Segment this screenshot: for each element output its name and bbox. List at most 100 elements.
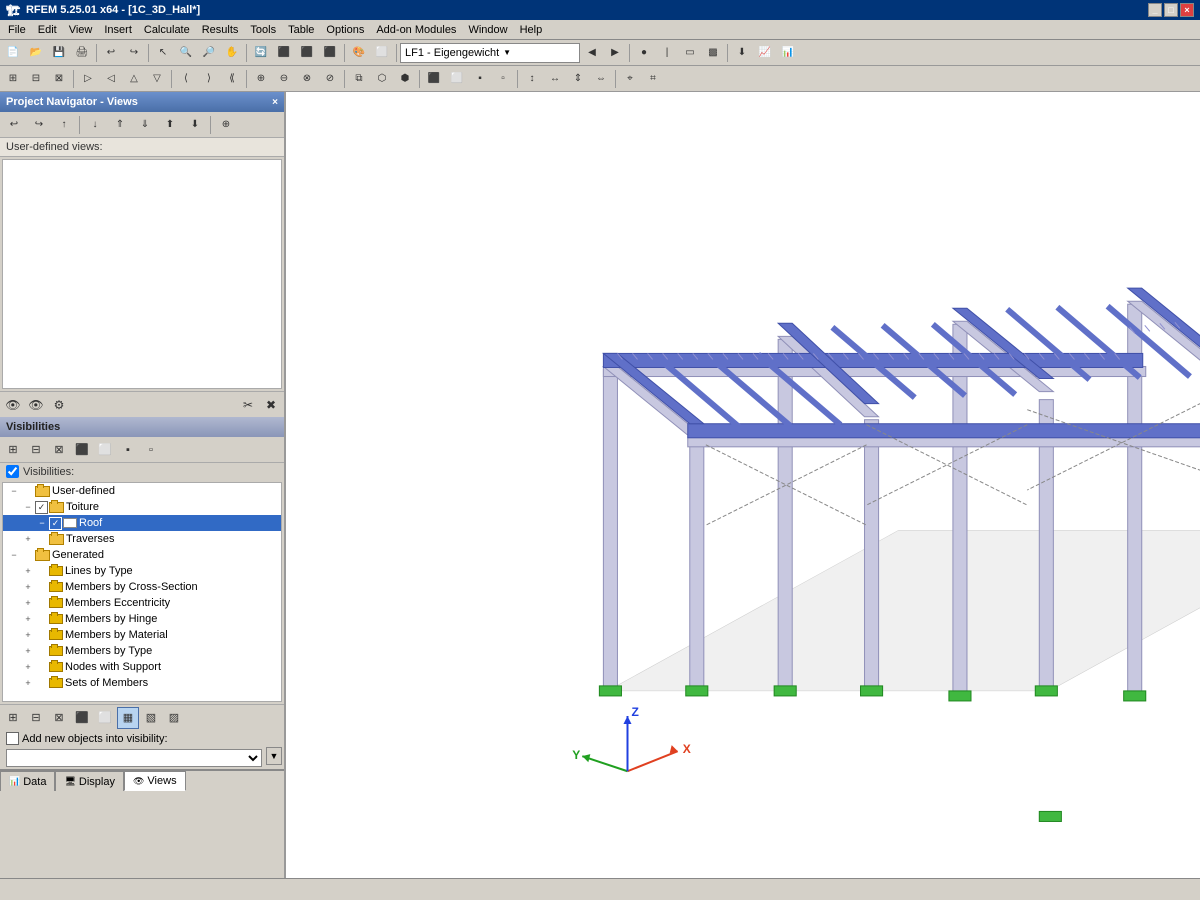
nav-tb-5[interactable]: ⇑ <box>108 114 132 136</box>
expand-traverses[interactable]: + <box>21 532 35 546</box>
tb-result[interactable]: 📈 <box>754 42 776 64</box>
bottom-tb-1[interactable]: ⊞ <box>2 707 24 729</box>
vis-tb-4[interactable]: ⬛ <box>71 439 93 461</box>
menu-file[interactable]: File <box>2 22 32 38</box>
tree-item-toiture[interactable]: − Toiture <box>3 499 281 515</box>
tb2-27[interactable]: ⌗ <box>642 68 664 90</box>
tb-undo[interactable]: ↩ <box>100 42 122 64</box>
menu-window[interactable]: Window <box>462 22 513 38</box>
close-button[interactable]: × <box>1180 3 1194 17</box>
tb-render[interactable]: 🎨 <box>348 42 370 64</box>
expand-generated[interactable]: − <box>7 548 21 562</box>
bottom-tb-6[interactable]: ▦ <box>117 707 139 729</box>
tb-save[interactable]: 💾 <box>48 42 70 64</box>
bottom-tb-4[interactable]: ⬛ <box>71 707 93 729</box>
nav-tb-1[interactable]: ↩ <box>2 114 26 136</box>
vis-select[interactable] <box>6 749 262 767</box>
tb2-15[interactable]: ⧉ <box>348 68 370 90</box>
tab-data[interactable]: 📊 Data <box>0 771 55 791</box>
tb2-11[interactable]: ⊕ <box>250 68 272 90</box>
tb-solid[interactable]: ▩ <box>702 42 724 64</box>
tb-surface[interactable]: ▭ <box>679 42 701 64</box>
tb2-13[interactable]: ⊗ <box>296 68 318 90</box>
menu-view[interactable]: View <box>63 22 99 38</box>
tree-item-members-eccentricity[interactable]: + Members Eccentricity <box>3 595 281 611</box>
views-area[interactable] <box>2 159 282 389</box>
tb-pan[interactable]: ✋ <box>221 42 243 64</box>
tb-load[interactable]: ⬇ <box>731 42 753 64</box>
expand-user-defined[interactable]: − <box>7 484 21 498</box>
check-roof[interactable] <box>49 517 62 530</box>
tb-wire[interactable]: ⬜ <box>371 42 393 64</box>
nav-tb-2[interactable]: ↪ <box>27 114 51 136</box>
view-tb-x2[interactable]: ✖ <box>260 394 282 416</box>
tree-item-members-type[interactable]: + Members by Type <box>3 643 281 659</box>
tab-display[interactable]: 🖥 Display <box>55 771 124 791</box>
expand-members-material[interactable]: + <box>21 628 35 642</box>
expand-sets-members[interactable]: + <box>21 676 35 690</box>
tree-item-members-hinge[interactable]: + Members by Hinge <box>3 611 281 627</box>
tb-member[interactable]: | <box>656 42 678 64</box>
expand-members-type[interactable]: + <box>21 644 35 658</box>
expand-members-cross[interactable]: + <box>21 580 35 594</box>
nav-tb-3[interactable]: ↑ <box>52 114 76 136</box>
view-tb-x1[interactable]: ✂ <box>237 394 259 416</box>
bottom-tb-2[interactable]: ⊟ <box>25 707 47 729</box>
menu-edit[interactable]: Edit <box>32 22 63 38</box>
tb2-6[interactable]: △ <box>123 68 145 90</box>
dropdown-btn[interactable]: ▼ <box>266 747 282 765</box>
bottom-tb-5[interactable]: ⬜ <box>94 707 116 729</box>
tree-item-nodes-support[interactable]: + Nodes with Support <box>3 659 281 675</box>
tb-top[interactable]: ⬛ <box>296 42 318 64</box>
bottom-tb-8[interactable]: ▨ <box>163 707 185 729</box>
expand-members-eccentricity[interactable]: + <box>21 596 35 610</box>
minimize-button[interactable]: _ <box>1148 3 1162 17</box>
bottom-tb-3[interactable]: ⊠ <box>48 707 70 729</box>
nav-tb-6[interactable]: ⇓ <box>133 114 157 136</box>
tb2-23[interactable]: ↔ <box>544 68 566 90</box>
tb-diagram[interactable]: 📊 <box>777 42 799 64</box>
expand-members-hinge[interactable]: + <box>21 612 35 626</box>
vis-tb-5[interactable]: ⬜ <box>94 439 116 461</box>
load-case-dropdown[interactable]: LF1 - Eigengewicht ▼ <box>400 43 580 63</box>
view-tb-eye2[interactable]: 👁 <box>25 394 47 416</box>
tb2-17[interactable]: ⬢ <box>394 68 416 90</box>
bottom-tb-7[interactable]: ▧ <box>140 707 162 729</box>
menu-results[interactable]: Results <box>196 22 245 38</box>
tb2-24[interactable]: ⇕ <box>567 68 589 90</box>
nav-tb-7[interactable]: ⬆ <box>158 114 182 136</box>
vis-tb-6[interactable]: ▪ <box>117 439 139 461</box>
menu-addon[interactable]: Add-on Modules <box>370 22 462 38</box>
tb2-14[interactable]: ⊘ <box>319 68 341 90</box>
tree-item-roof[interactable]: − Roof <box>3 515 281 531</box>
menu-table[interactable]: Table <box>282 22 320 38</box>
add-vis-checkbox[interactable] <box>6 732 19 745</box>
tb-prev[interactable]: ◀ <box>581 42 603 64</box>
tb-new[interactable]: 📄 <box>2 42 24 64</box>
tb2-1[interactable]: ⊞ <box>2 68 24 90</box>
menu-help[interactable]: Help <box>514 22 549 38</box>
tb2-22[interactable]: ↕ <box>521 68 543 90</box>
tb-zoom-out[interactable]: 🔎 <box>198 42 220 64</box>
tb2-4[interactable]: ▷ <box>77 68 99 90</box>
tree-item-members-cross[interactable]: + Members by Cross-Section <box>3 579 281 595</box>
vis-tb-1[interactable]: ⊞ <box>2 439 24 461</box>
tb-select[interactable]: ↖ <box>152 42 174 64</box>
vis-tb-2[interactable]: ⊟ <box>25 439 47 461</box>
tb2-16[interactable]: ⬡ <box>371 68 393 90</box>
expand-lines-by-type[interactable]: + <box>21 564 35 578</box>
tb2-26[interactable]: ⌖ <box>619 68 641 90</box>
tb2-8[interactable]: ⟨ <box>175 68 197 90</box>
tb-rotate[interactable]: 🔄 <box>250 42 272 64</box>
tb2-2[interactable]: ⊟ <box>25 68 47 90</box>
view-tb-settings[interactable]: ⚙ <box>48 394 70 416</box>
expand-nodes-support[interactable]: + <box>21 660 35 674</box>
maximize-button[interactable]: □ <box>1164 3 1178 17</box>
tree-area[interactable]: − User-defined − Toiture − Roof <box>2 482 282 702</box>
menu-calculate[interactable]: Calculate <box>138 22 196 38</box>
menu-insert[interactable]: Insert <box>98 22 138 38</box>
tree-item-generated[interactable]: − Generated <box>3 547 281 563</box>
tb-node[interactable]: ● <box>633 42 655 64</box>
tb-front[interactable]: ⬛ <box>273 42 295 64</box>
tree-item-traverses[interactable]: + Traverses <box>3 531 281 547</box>
